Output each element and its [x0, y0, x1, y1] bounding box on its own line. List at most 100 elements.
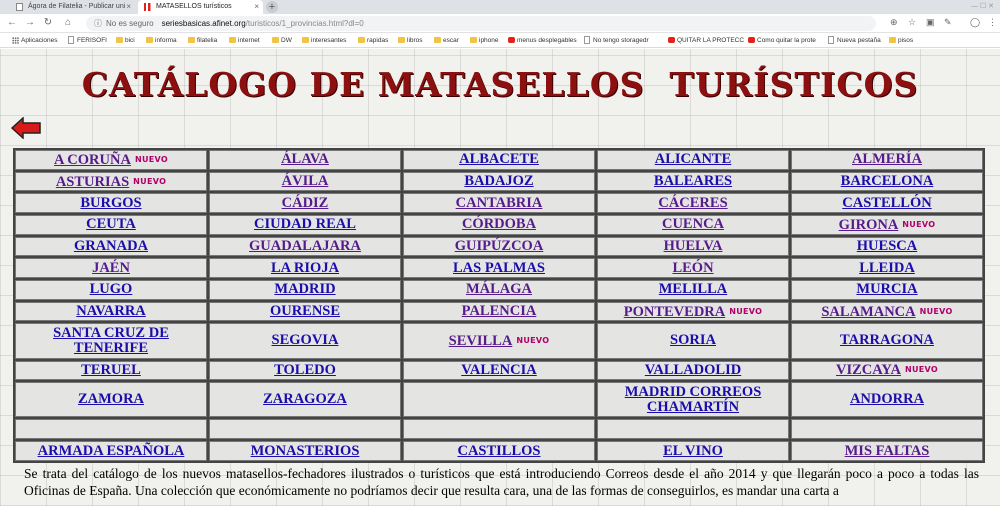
province-link[interactable]: HUELVA — [664, 238, 723, 254]
province-link[interactable]: TOLEDO — [274, 362, 336, 378]
extension-icon[interactable]: ▣ — [926, 17, 935, 28]
bookmark-folder[interactable]: internet — [229, 33, 260, 48]
province-link[interactable]: LEÓN — [672, 260, 713, 276]
new-tab-button[interactable]: + — [266, 1, 278, 13]
menu-icon[interactable]: ⋮ — [988, 17, 997, 28]
bookmark-folder[interactable]: DW — [272, 33, 292, 48]
home-icon[interactable]: ⌂ — [62, 17, 74, 29]
bookmark-folder[interactable]: pisos — [889, 33, 913, 48]
province-link[interactable]: CASTELLÓN — [842, 195, 931, 211]
province-link[interactable]: PONTEVEDRA — [624, 304, 726, 320]
bookmark-item[interactable]: Nueva pestaña — [828, 33, 881, 48]
province-link[interactable]: LLEIDA — [859, 260, 915, 276]
province-link[interactable]: LUGO — [90, 281, 133, 297]
window-controls[interactable]: — ☐ ✕ — [971, 2, 994, 10]
province-link[interactable]: ALICANTE — [655, 151, 732, 167]
bookmark-apps[interactable]: Aplicaciones — [12, 33, 58, 48]
bookmark-item[interactable]: FERISOFI — [68, 33, 107, 48]
back-arrow-icon[interactable] — [11, 117, 41, 139]
province-link[interactable]: GRANADA — [74, 238, 148, 254]
close-window-icon[interactable]: ✕ — [988, 3, 994, 10]
bookmark-star-icon[interactable]: ☆ — [908, 17, 916, 28]
province-link[interactable]: PALENCIA — [462, 303, 537, 319]
reload-icon[interactable]: ↻ — [42, 17, 54, 29]
province-link[interactable]: ANDORRA — [850, 391, 924, 407]
province-link[interactable]: CUENCA — [662, 216, 724, 232]
bookmark-item[interactable]: menus desplegables — [508, 33, 577, 48]
province-link[interactable]: VALENCIA — [461, 362, 536, 378]
close-icon[interactable]: × — [126, 0, 131, 14]
bookmark-folder[interactable]: interesantes — [302, 33, 346, 48]
maximize-icon[interactable]: ☐ — [980, 3, 986, 10]
province-link[interactable]: HUESCA — [857, 238, 917, 254]
province-link[interactable]: ZARAGOZA — [263, 391, 347, 407]
province-link[interactable]: ZAMORA — [78, 391, 144, 407]
province-link[interactable]: GIRONA — [839, 217, 899, 233]
province-link[interactable]: CIUDAD REAL — [254, 216, 356, 232]
province-link[interactable]: LA RIOJA — [271, 260, 339, 276]
province-link[interactable]: SORIA — [670, 332, 716, 348]
bookmark-folder[interactable]: libros — [398, 33, 423, 48]
close-icon[interactable]: × — [254, 0, 259, 14]
province-link[interactable]: ASTURIAS — [56, 174, 129, 190]
province-link[interactable]: BADAJOZ — [464, 173, 533, 189]
province-link[interactable]: MADRID CORREOS CHAMARTÍN — [625, 384, 762, 415]
province-link[interactable]: NAVARRA — [76, 303, 146, 319]
province-link[interactable]: VIZCAYA — [836, 362, 901, 378]
province-link[interactable]: MADRID — [274, 281, 335, 297]
province-link[interactable]: ALMERÍA — [852, 151, 922, 167]
profile-avatar-icon[interactable]: ◯ — [970, 17, 980, 28]
province-link[interactable]: GUADALAJARA — [249, 238, 361, 254]
province-link[interactable]: LAS PALMAS — [453, 260, 545, 276]
bookmark-item[interactable]: No tengo storagedr — [584, 33, 649, 48]
province-link[interactable]: SEVILLA — [449, 333, 513, 349]
province-link[interactable]: ÁLAVA — [281, 151, 329, 167]
province-link[interactable]: GUIPÚZCOA — [455, 238, 544, 254]
province-link[interactable]: BARCELONA — [841, 173, 934, 189]
province-link[interactable]: OURENSE — [270, 303, 340, 319]
extension-icon[interactable]: ✎ — [944, 17, 952, 28]
page-title: CATÁLOGO DE MATASELLOS TURÍSTICOS — [81, 65, 919, 104]
province-link[interactable]: MÁLAGA — [466, 281, 532, 297]
province-link[interactable]: CANTABRIA — [456, 195, 543, 211]
province-link[interactable]: ARMADA ESPAÑOLA — [38, 443, 185, 459]
bookmark-folder[interactable]: filatelia — [188, 33, 217, 48]
province-link[interactable]: MURCIA — [856, 281, 917, 297]
province-link[interactable]: MIS FALTAS — [845, 443, 930, 459]
province-link[interactable]: SEGOVIA — [272, 332, 339, 348]
zoom-icon[interactable]: ⊕ — [890, 17, 898, 28]
province-link[interactable]: ALBACETE — [459, 151, 539, 167]
bookmark-folder[interactable]: escar — [434, 33, 459, 48]
bookmark-folder[interactable]: bici — [116, 33, 135, 48]
address-bar[interactable]: ⓘ No es seguro seriesbasicas.afinet.org/tu… — [86, 16, 876, 31]
province-link[interactable]: A CORUÑA — [54, 152, 131, 168]
province-link[interactable]: CÁCERES — [658, 195, 727, 211]
tab-agora[interactable]: Ágora de Filatelia - Publicar uni × — [10, 0, 135, 14]
minimize-icon[interactable]: — — [971, 3, 978, 10]
province-link[interactable]: TARRAGONA — [840, 332, 934, 348]
province-link[interactable]: CEUTA — [86, 216, 136, 232]
province-link[interactable]: CÓRDOBA — [462, 216, 536, 232]
province-link[interactable]: CÁDIZ — [282, 195, 329, 211]
province-link[interactable]: SANTA CRUZ DE TENERIFE — [53, 325, 169, 356]
province-link[interactable]: JAÉN — [92, 260, 130, 276]
bookmark-folder[interactable]: informa — [146, 33, 177, 48]
forward-icon[interactable]: → — [24, 17, 36, 29]
bookmark-folder[interactable]: rapidas — [358, 33, 388, 48]
province-link[interactable]: SALAMANCA — [821, 304, 915, 320]
bookmark-item[interactable]: Como quitar la prote — [748, 33, 816, 48]
province-link[interactable]: MELILLA — [659, 281, 728, 297]
bookmark-item[interactable]: QUITAR LA PROTECC — [668, 33, 744, 48]
province-link[interactable]: BALEARES — [654, 173, 732, 189]
back-icon[interactable]: ← — [6, 17, 18, 29]
province-link[interactable]: VALLADOLID — [645, 362, 741, 378]
province-link[interactable]: MONASTERIOS — [251, 443, 360, 459]
info-icon[interactable]: ⓘ — [94, 19, 102, 28]
province-link[interactable]: BURGOS — [80, 195, 141, 211]
tab-matasellos[interactable]: MATASELLOS turísticos × — [138, 0, 263, 14]
province-link[interactable]: TERUEL — [81, 362, 141, 378]
province-link[interactable]: EL VINO — [663, 443, 723, 459]
province-link[interactable]: ÁVILA — [282, 173, 329, 189]
province-link[interactable]: CASTILLOS — [457, 443, 540, 459]
bookmark-folder[interactable]: iphone — [470, 33, 499, 48]
